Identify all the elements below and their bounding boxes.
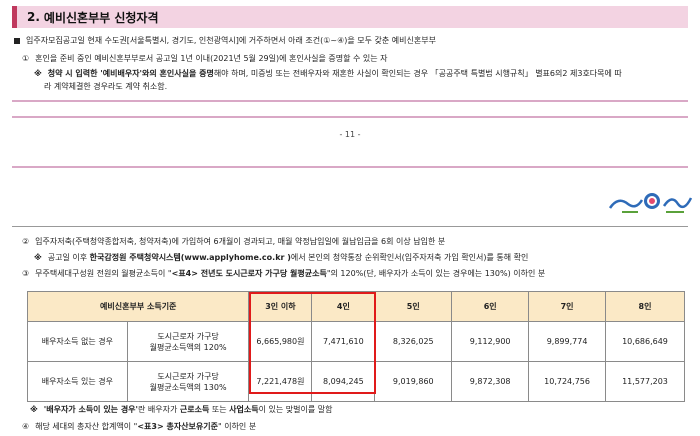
section-heading: 2. 예비신혼부부 신청자격 <box>12 6 688 28</box>
table-header-label: 예비신혼부부 소득기준 <box>26 291 250 322</box>
column-header: 5인 <box>374 291 453 322</box>
page-divider-bottom <box>12 166 688 168</box>
table-cell: 9,899,774 <box>528 321 607 362</box>
row-criterion: 도시근로자 가구당 월평균소득액의 120% <box>126 321 250 362</box>
condition-2-number: ② <box>22 237 30 246</box>
condition-3: ③ 무주택세대구성원 전원의 월평균소득이 "<표4> 전년도 도시근로자 가구당… <box>22 269 546 278</box>
condition-1-number: ① <box>22 54 30 63</box>
condition-1-note-cont: 라 계약체결한 경우라도 계약 취소함. <box>44 82 168 91</box>
condition-1: ① 혼인을 준비 중인 예비신혼부부로서 공고일 1년 이내(2021년 5월 2… <box>22 54 388 63</box>
clean-world-logo <box>608 190 693 216</box>
page-divider-top-2 <box>12 116 688 118</box>
table-cell: 10,686,649 <box>605 321 685 362</box>
section-number: 2. <box>27 10 40 24</box>
condition-2: ② 입주자저축(주택청약종합저축, 청약저축)에 가입하여 6개월이 경과되고, … <box>22 237 446 246</box>
row-label: 배우자소득 없는 경우 <box>27 321 128 362</box>
document-page: 2. 예비신혼부부 신청자격 입주자모집공고일 현재 수도권[서울특별시, 경기… <box>0 0 700 436</box>
section-title: 예비신혼부부 신청자격 <box>43 10 159 25</box>
table-cell: 11,577,203 <box>605 361 685 402</box>
row-label: 배우자소득 있는 경우 <box>27 361 128 402</box>
logo-icon <box>608 193 693 213</box>
applyhome-reference: 한국감정원 주택청약시스템(www.applyhome.co.kr ) <box>89 253 291 262</box>
spouse-income-note: ※ '배우자가 소득이 있는 경우'란 배우자가 근로소득 또는 사업소득이 있는… <box>30 405 333 414</box>
note-emphasis: 청약 시 입력한 '예비배우자'와의 혼인사실을 증명 <box>47 69 214 78</box>
page-divider-top <box>12 100 688 102</box>
eligibility-intro: 입주자모집공고일 현재 수도권[서울특별시, 경기도, 인천광역시]에 거주하면… <box>14 35 436 46</box>
highlight-box <box>249 292 376 394</box>
table-cell: 9,872,308 <box>451 361 530 402</box>
page-number: - 11 - <box>339 130 361 139</box>
table-cell: 9,019,860 <box>374 361 453 402</box>
content-top-rule <box>12 226 688 227</box>
table-cell: 8,326,025 <box>374 321 453 362</box>
table4-reference: <표4> 전년도 도시근로자 가구당 월평균소득 <box>171 269 327 278</box>
square-bullet-icon <box>14 37 20 44</box>
table-cell: 10,724,756 <box>528 361 607 402</box>
condition-1-note: ※ 청약 시 입력한 '예비배우자'와의 혼인사실을 증명해야 하며, 미증빙 또… <box>34 69 622 78</box>
column-header: 7인 <box>528 291 607 322</box>
column-header: 6인 <box>451 291 530 322</box>
row-criterion: 도시근로자 가구당 월평균소득액의 130% <box>126 361 250 402</box>
table-cell: 9,112,900 <box>451 321 530 362</box>
condition-4: ④ 해당 세대의 총자산 합계액이 "<표3> 총자산보유기준" 이하인 분 <box>22 422 257 431</box>
condition-4-number: ④ <box>22 422 30 431</box>
column-header: 8인 <box>605 291 685 322</box>
condition-2-note: ※ 공고일 이후 한국감정원 주택청약시스템(www.applyhome.co.k… <box>34 253 529 262</box>
table3-reference: <표3> 총자산보유기준 <box>137 422 218 431</box>
condition-3-number: ③ <box>22 269 30 278</box>
